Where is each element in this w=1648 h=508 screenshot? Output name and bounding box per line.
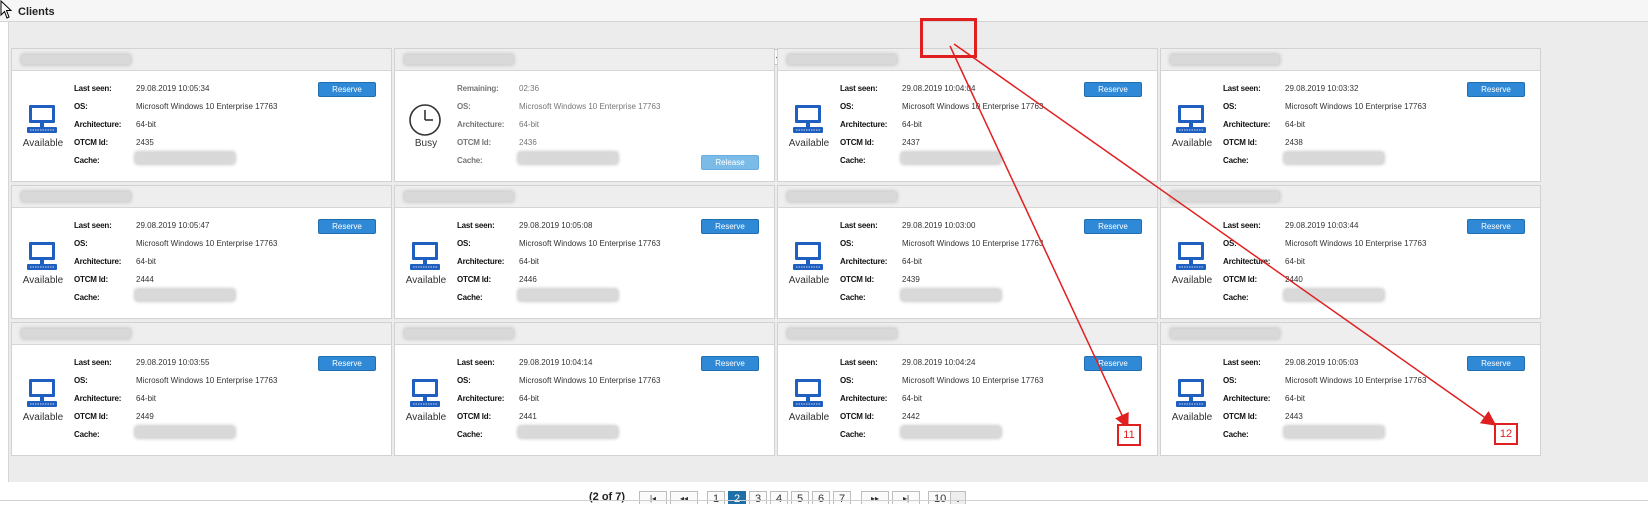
annotation-label-11: 11 xyxy=(1117,424,1141,446)
arrow-to-label-12 xyxy=(953,43,1497,426)
annotation-arrows xyxy=(949,43,1497,429)
clients-panel: Clients (2 of 7) |◂ ◂◂ 1 2 3 4 5 6 7 ▸▸ … xyxy=(0,0,1648,504)
annotation-label-12: 12 xyxy=(1494,423,1518,445)
